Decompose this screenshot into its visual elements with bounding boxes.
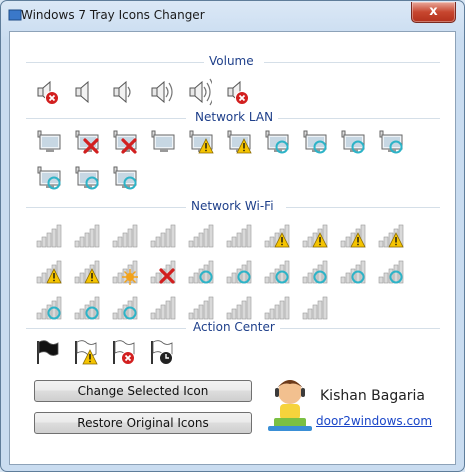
wifi-warning-icon[interactable]	[262, 221, 290, 249]
speaker-muted-icon[interactable]	[32, 78, 60, 106]
close-button[interactable]: x	[411, 2, 456, 23]
lan-activity-icon[interactable]	[72, 163, 100, 191]
flag-icon[interactable]	[32, 338, 60, 366]
separator	[26, 328, 186, 329]
lan-activity-icon[interactable]	[262, 127, 290, 155]
lan-activity-icon[interactable]	[376, 127, 404, 155]
separator	[26, 62, 204, 63]
restore-original-icons-button[interactable]: Restore Original Icons	[34, 412, 252, 434]
section-label-volume: Volume	[205, 54, 258, 68]
separator	[280, 328, 440, 329]
speaker-low-icon[interactable]	[108, 78, 136, 106]
separator	[26, 118, 186, 119]
lan-connected-icon[interactable]	[110, 127, 138, 155]
lan-activity-icon[interactable]	[300, 127, 328, 155]
lan-activity-icon[interactable]	[34, 163, 62, 191]
wifi-activity-icon[interactable]	[34, 293, 62, 321]
wifi-signal-icon[interactable]	[110, 221, 138, 249]
separator	[264, 62, 440, 63]
author-avatar-icon	[268, 380, 312, 431]
speaker-error-icon[interactable]	[222, 78, 250, 106]
wifi-error-icon[interactable]	[148, 257, 176, 285]
speaker-icon[interactable]	[70, 78, 98, 106]
wifi-signal-icon[interactable]	[224, 221, 252, 249]
app-window: Windows 7 Tray Icons Changer x Volume Ne…	[0, 0, 465, 472]
wifi-signal-icon[interactable]	[148, 221, 176, 249]
section-label-action-center: Action Center	[189, 320, 279, 334]
section-label-network-lan: Network LAN	[191, 110, 278, 124]
separator	[278, 118, 440, 119]
wifi-activity-icon[interactable]	[300, 257, 328, 285]
app-icon	[8, 9, 22, 21]
wifi-warning-icon[interactable]	[300, 221, 328, 249]
flag-clock-icon[interactable]	[146, 338, 174, 366]
lan-activity-icon[interactable]	[224, 127, 252, 155]
lan-disconnected-icon[interactable]	[34, 127, 62, 155]
wifi-signal-icon[interactable]	[186, 221, 214, 249]
window-title: Windows 7 Tray Icons Changer	[21, 8, 205, 22]
flag-error-icon[interactable]	[108, 338, 136, 366]
change-selected-icon-button[interactable]: Change Selected Icon	[34, 380, 252, 402]
wifi-activity-icon[interactable]	[186, 257, 214, 285]
wifi-signal-icon[interactable]	[34, 221, 62, 249]
speaker-high-icon[interactable]	[184, 78, 215, 106]
author-name: Kishan Bagaria	[320, 388, 426, 404]
wifi-signal-icon[interactable]	[148, 293, 176, 321]
wifi-warning-icon[interactable]	[376, 221, 404, 249]
flag-warning-icon[interactable]	[70, 338, 98, 366]
lan-error-icon[interactable]	[72, 127, 100, 155]
wifi-activity-icon[interactable]	[110, 293, 138, 321]
section-label-network-wifi: Network Wi-Fi	[187, 199, 278, 213]
separator	[286, 207, 440, 208]
author-website-link[interactable]: door2windows.com	[316, 414, 432, 428]
wifi-signal-icon[interactable]	[186, 293, 214, 321]
wifi-warning-icon[interactable]	[72, 257, 100, 285]
separator	[26, 207, 186, 208]
speaker-medium-icon[interactable]	[146, 78, 174, 106]
title-bar[interactable]: Windows 7 Tray Icons Changer x	[1, 1, 464, 29]
lan-activity-icon[interactable]	[110, 163, 138, 191]
wifi-signal-icon[interactable]	[300, 293, 328, 321]
lan-activity-icon[interactable]	[338, 127, 366, 155]
wifi-activity-icon[interactable]	[224, 257, 252, 285]
wifi-signal-icon[interactable]	[72, 221, 100, 249]
lan-warning-alt-icon[interactable]	[186, 127, 214, 155]
wifi-signal-icon[interactable]	[262, 293, 290, 321]
wifi-warning-icon[interactable]	[338, 221, 366, 249]
wifi-activity-icon[interactable]	[338, 257, 366, 285]
lan-warning-icon[interactable]	[148, 127, 176, 155]
wifi-activity-icon[interactable]	[376, 257, 404, 285]
wifi-searching-icon[interactable]	[110, 257, 138, 285]
wifi-warning-icon[interactable]	[34, 257, 62, 285]
client-area: Volume Network LAN Network Wi-Fi Action …	[9, 31, 456, 465]
wifi-activity-icon[interactable]	[262, 257, 290, 285]
wifi-signal-icon[interactable]	[224, 293, 252, 321]
wifi-activity-icon[interactable]	[72, 293, 100, 321]
